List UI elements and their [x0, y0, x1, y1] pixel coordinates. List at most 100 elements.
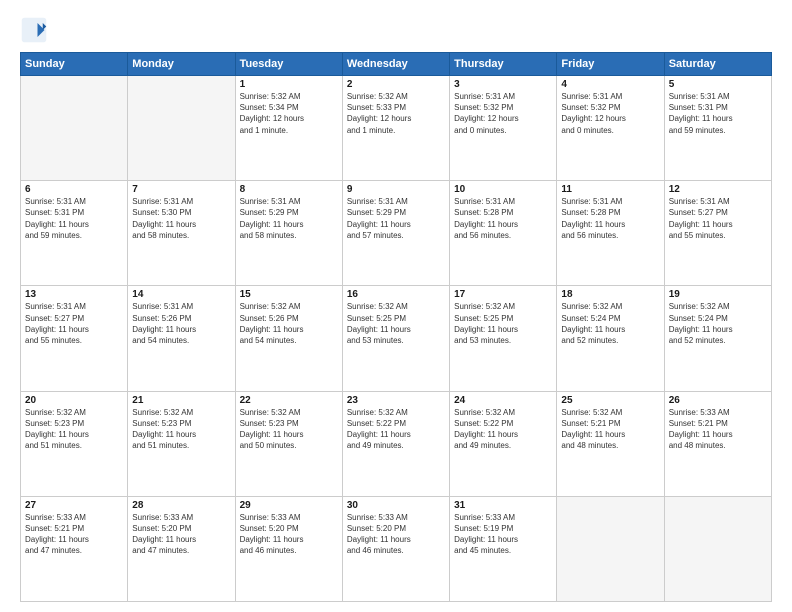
calendar-cell: 28Sunrise: 5:33 AM Sunset: 5:20 PM Dayli…	[128, 496, 235, 601]
calendar-cell: 16Sunrise: 5:32 AM Sunset: 5:25 PM Dayli…	[342, 286, 449, 391]
col-header-monday: Monday	[128, 53, 235, 76]
day-info: Sunrise: 5:32 AM Sunset: 5:25 PM Dayligh…	[454, 301, 552, 346]
calendar-cell: 18Sunrise: 5:32 AM Sunset: 5:24 PM Dayli…	[557, 286, 664, 391]
day-number: 28	[132, 500, 230, 511]
calendar-cell: 2Sunrise: 5:32 AM Sunset: 5:33 PM Daylig…	[342, 76, 449, 181]
calendar-cell: 21Sunrise: 5:32 AM Sunset: 5:23 PM Dayli…	[128, 391, 235, 496]
col-header-friday: Friday	[557, 53, 664, 76]
calendar-cell: 15Sunrise: 5:32 AM Sunset: 5:26 PM Dayli…	[235, 286, 342, 391]
week-row-4: 27Sunrise: 5:33 AM Sunset: 5:21 PM Dayli…	[21, 496, 772, 601]
calendar-cell: 22Sunrise: 5:32 AM Sunset: 5:23 PM Dayli…	[235, 391, 342, 496]
day-number: 16	[347, 289, 445, 300]
calendar-cell: 19Sunrise: 5:32 AM Sunset: 5:24 PM Dayli…	[664, 286, 771, 391]
col-header-sunday: Sunday	[21, 53, 128, 76]
calendar-cell: 9Sunrise: 5:31 AM Sunset: 5:29 PM Daylig…	[342, 181, 449, 286]
calendar-cell: 7Sunrise: 5:31 AM Sunset: 5:30 PM Daylig…	[128, 181, 235, 286]
day-number: 23	[347, 395, 445, 406]
day-number: 18	[561, 289, 659, 300]
day-info: Sunrise: 5:32 AM Sunset: 5:24 PM Dayligh…	[669, 301, 767, 346]
day-number: 10	[454, 184, 552, 195]
day-number: 5	[669, 79, 767, 90]
day-number: 22	[240, 395, 338, 406]
week-row-0: 1Sunrise: 5:32 AM Sunset: 5:34 PM Daylig…	[21, 76, 772, 181]
day-info: Sunrise: 5:31 AM Sunset: 5:27 PM Dayligh…	[669, 196, 767, 241]
day-info: Sunrise: 5:32 AM Sunset: 5:23 PM Dayligh…	[240, 407, 338, 452]
day-info: Sunrise: 5:31 AM Sunset: 5:29 PM Dayligh…	[347, 196, 445, 241]
calendar-cell: 29Sunrise: 5:33 AM Sunset: 5:20 PM Dayli…	[235, 496, 342, 601]
day-number: 3	[454, 79, 552, 90]
calendar-cell: 3Sunrise: 5:31 AM Sunset: 5:32 PM Daylig…	[450, 76, 557, 181]
day-info: Sunrise: 5:31 AM Sunset: 5:30 PM Dayligh…	[132, 196, 230, 241]
col-header-tuesday: Tuesday	[235, 53, 342, 76]
calendar-cell	[128, 76, 235, 181]
day-number: 24	[454, 395, 552, 406]
day-number: 25	[561, 395, 659, 406]
day-info: Sunrise: 5:32 AM Sunset: 5:23 PM Dayligh…	[25, 407, 123, 452]
col-header-thursday: Thursday	[450, 53, 557, 76]
calendar-cell	[557, 496, 664, 601]
day-number: 29	[240, 500, 338, 511]
calendar-header-row: SundayMondayTuesdayWednesdayThursdayFrid…	[21, 53, 772, 76]
day-number: 13	[25, 289, 123, 300]
day-info: Sunrise: 5:32 AM Sunset: 5:25 PM Dayligh…	[347, 301, 445, 346]
day-number: 4	[561, 79, 659, 90]
day-info: Sunrise: 5:33 AM Sunset: 5:19 PM Dayligh…	[454, 512, 552, 557]
logo	[20, 16, 52, 44]
page: SundayMondayTuesdayWednesdayThursdayFrid…	[0, 0, 792, 612]
calendar-cell: 26Sunrise: 5:33 AM Sunset: 5:21 PM Dayli…	[664, 391, 771, 496]
day-number: 17	[454, 289, 552, 300]
day-info: Sunrise: 5:32 AM Sunset: 5:26 PM Dayligh…	[240, 301, 338, 346]
day-info: Sunrise: 5:31 AM Sunset: 5:27 PM Dayligh…	[25, 301, 123, 346]
day-number: 20	[25, 395, 123, 406]
calendar-cell: 12Sunrise: 5:31 AM Sunset: 5:27 PM Dayli…	[664, 181, 771, 286]
calendar-cell: 6Sunrise: 5:31 AM Sunset: 5:31 PM Daylig…	[21, 181, 128, 286]
day-number: 9	[347, 184, 445, 195]
calendar-cell: 20Sunrise: 5:32 AM Sunset: 5:23 PM Dayli…	[21, 391, 128, 496]
col-header-saturday: Saturday	[664, 53, 771, 76]
calendar-cell: 5Sunrise: 5:31 AM Sunset: 5:31 PM Daylig…	[664, 76, 771, 181]
week-row-2: 13Sunrise: 5:31 AM Sunset: 5:27 PM Dayli…	[21, 286, 772, 391]
day-number: 6	[25, 184, 123, 195]
day-number: 1	[240, 79, 338, 90]
day-info: Sunrise: 5:32 AM Sunset: 5:21 PM Dayligh…	[561, 407, 659, 452]
day-info: Sunrise: 5:33 AM Sunset: 5:21 PM Dayligh…	[25, 512, 123, 557]
week-row-1: 6Sunrise: 5:31 AM Sunset: 5:31 PM Daylig…	[21, 181, 772, 286]
calendar-cell: 23Sunrise: 5:32 AM Sunset: 5:22 PM Dayli…	[342, 391, 449, 496]
day-number: 8	[240, 184, 338, 195]
day-number: 2	[347, 79, 445, 90]
day-number: 31	[454, 500, 552, 511]
calendar-cell: 25Sunrise: 5:32 AM Sunset: 5:21 PM Dayli…	[557, 391, 664, 496]
calendar-cell: 30Sunrise: 5:33 AM Sunset: 5:20 PM Dayli…	[342, 496, 449, 601]
day-info: Sunrise: 5:31 AM Sunset: 5:32 PM Dayligh…	[561, 91, 659, 136]
day-info: Sunrise: 5:33 AM Sunset: 5:21 PM Dayligh…	[669, 407, 767, 452]
day-info: Sunrise: 5:32 AM Sunset: 5:22 PM Dayligh…	[454, 407, 552, 452]
day-number: 27	[25, 500, 123, 511]
calendar-cell: 10Sunrise: 5:31 AM Sunset: 5:28 PM Dayli…	[450, 181, 557, 286]
day-info: Sunrise: 5:33 AM Sunset: 5:20 PM Dayligh…	[132, 512, 230, 557]
day-number: 19	[669, 289, 767, 300]
day-info: Sunrise: 5:31 AM Sunset: 5:31 PM Dayligh…	[25, 196, 123, 241]
day-info: Sunrise: 5:33 AM Sunset: 5:20 PM Dayligh…	[347, 512, 445, 557]
day-number: 21	[132, 395, 230, 406]
day-info: Sunrise: 5:32 AM Sunset: 5:34 PM Dayligh…	[240, 91, 338, 136]
day-number: 14	[132, 289, 230, 300]
calendar-cell: 13Sunrise: 5:31 AM Sunset: 5:27 PM Dayli…	[21, 286, 128, 391]
day-info: Sunrise: 5:32 AM Sunset: 5:33 PM Dayligh…	[347, 91, 445, 136]
day-info: Sunrise: 5:32 AM Sunset: 5:24 PM Dayligh…	[561, 301, 659, 346]
header	[20, 16, 772, 44]
col-header-wednesday: Wednesday	[342, 53, 449, 76]
calendar-cell: 17Sunrise: 5:32 AM Sunset: 5:25 PM Dayli…	[450, 286, 557, 391]
calendar: SundayMondayTuesdayWednesdayThursdayFrid…	[20, 52, 772, 602]
calendar-cell: 1Sunrise: 5:32 AM Sunset: 5:34 PM Daylig…	[235, 76, 342, 181]
calendar-cell: 4Sunrise: 5:31 AM Sunset: 5:32 PM Daylig…	[557, 76, 664, 181]
day-info: Sunrise: 5:31 AM Sunset: 5:32 PM Dayligh…	[454, 91, 552, 136]
day-number: 26	[669, 395, 767, 406]
day-info: Sunrise: 5:32 AM Sunset: 5:23 PM Dayligh…	[132, 407, 230, 452]
day-info: Sunrise: 5:31 AM Sunset: 5:26 PM Dayligh…	[132, 301, 230, 346]
calendar-cell: 14Sunrise: 5:31 AM Sunset: 5:26 PM Dayli…	[128, 286, 235, 391]
day-number: 15	[240, 289, 338, 300]
day-info: Sunrise: 5:32 AM Sunset: 5:22 PM Dayligh…	[347, 407, 445, 452]
day-info: Sunrise: 5:31 AM Sunset: 5:29 PM Dayligh…	[240, 196, 338, 241]
day-info: Sunrise: 5:33 AM Sunset: 5:20 PM Dayligh…	[240, 512, 338, 557]
week-row-3: 20Sunrise: 5:32 AM Sunset: 5:23 PM Dayli…	[21, 391, 772, 496]
